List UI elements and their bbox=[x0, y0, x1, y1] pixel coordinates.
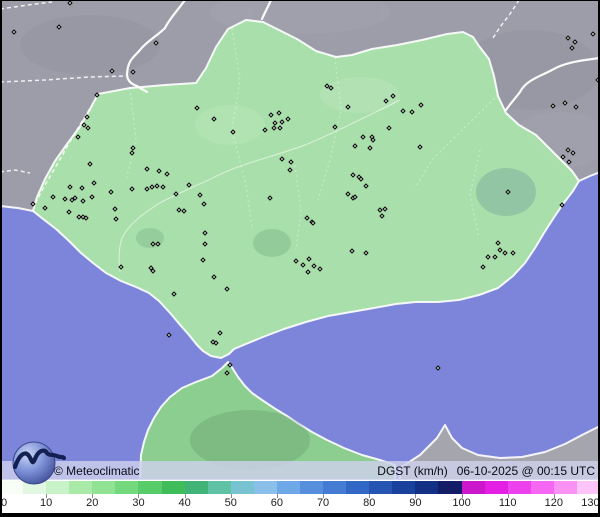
map-area bbox=[0, 0, 600, 481]
scale-segment bbox=[369, 481, 392, 494]
scale-tick-label: 0 bbox=[1, 497, 7, 509]
scale-tick-label: 100 bbox=[452, 497, 470, 509]
scale-segment bbox=[531, 481, 554, 494]
scale-tick-label: 130 bbox=[581, 497, 599, 509]
scale-segment bbox=[185, 481, 208, 494]
scale-segment bbox=[462, 481, 485, 494]
scale-segment bbox=[277, 481, 300, 494]
scale-tick-label: 110 bbox=[499, 497, 517, 509]
color-scale-area: 0 10 20 30 40 50 60 70 80 90 100 110 120 130 bbox=[0, 479, 600, 517]
scale-tick-label: 70 bbox=[317, 497, 329, 509]
timestamp-label: 06-10-2025 @ 00:15 UTC bbox=[457, 464, 595, 478]
weather-map-screen: © Meteoclimatic DGST (km/h) 06-10-2025 @… bbox=[0, 0, 600, 517]
scale-segment bbox=[577, 481, 600, 494]
scale-tick-label: 80 bbox=[363, 497, 375, 509]
scale-tick-label: 30 bbox=[132, 497, 144, 509]
scale-segment bbox=[92, 481, 115, 494]
scale-tick-label: 60 bbox=[271, 497, 283, 509]
scale-segment bbox=[69, 481, 92, 494]
scale-tick-label: 50 bbox=[225, 497, 237, 509]
copyright-label: © Meteoclimatic bbox=[54, 464, 140, 478]
scale-segment bbox=[508, 481, 531, 494]
color-scale-ticks: 0 10 20 30 40 50 60 70 80 90 100 110 120 130 bbox=[0, 494, 600, 514]
data-type-label: DGST (km/h) bbox=[377, 464, 447, 478]
scale-segment bbox=[485, 481, 508, 494]
color-scale-band bbox=[0, 481, 600, 494]
scale-segment bbox=[346, 481, 369, 494]
scale-segment bbox=[115, 481, 138, 494]
scale-tick-label: 10 bbox=[40, 497, 52, 509]
scale-tick-label: 20 bbox=[86, 497, 98, 509]
scale-tick-label: 40 bbox=[178, 497, 190, 509]
scale-segment bbox=[323, 481, 346, 494]
scale-segment bbox=[162, 481, 185, 494]
scale-segment bbox=[231, 481, 254, 494]
scale-segment bbox=[300, 481, 323, 494]
scale-segment bbox=[438, 481, 461, 494]
footer-right-text: DGST (km/h) 06-10-2025 @ 00:15 UTC bbox=[377, 464, 595, 478]
map-canvas bbox=[0, 0, 600, 481]
scale-segment bbox=[554, 481, 577, 494]
meteoclimatic-logo bbox=[8, 438, 66, 486]
scale-segment bbox=[392, 481, 415, 494]
scale-segment bbox=[415, 481, 438, 494]
scale-tick-label: 90 bbox=[409, 497, 421, 509]
footer-bar: © Meteoclimatic DGST (km/h) 06-10-2025 @… bbox=[0, 461, 600, 480]
scale-tick-label: 120 bbox=[545, 497, 563, 509]
scale-segment bbox=[254, 481, 277, 494]
scale-segment bbox=[138, 481, 161, 494]
scale-segment bbox=[208, 481, 231, 494]
